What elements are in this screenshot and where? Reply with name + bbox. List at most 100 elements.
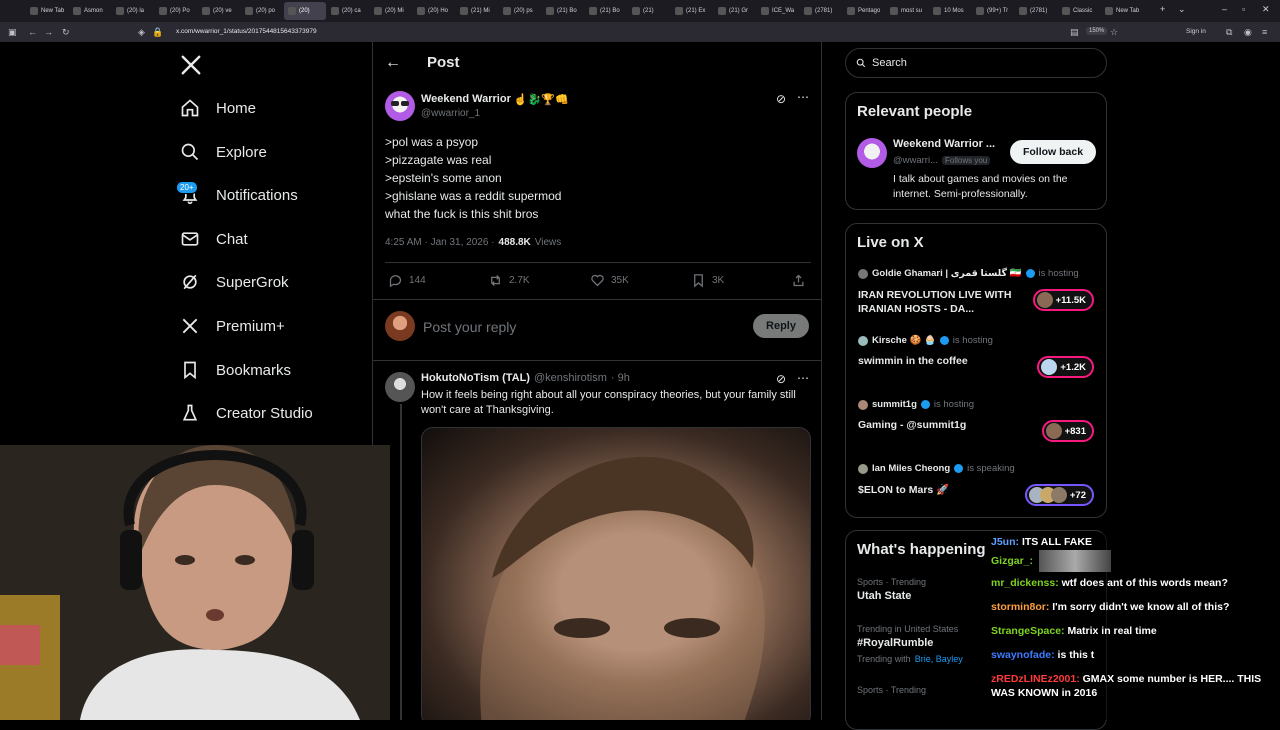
person-name[interactable]: Weekend Warrior ... <box>893 138 995 150</box>
repost-action[interactable]: 2.7K <box>488 273 530 288</box>
search-input[interactable]: Search <box>872 57 907 69</box>
grok-icon[interactable]: ⊘ <box>776 92 786 106</box>
reply-action[interactable]: 144 <box>388 273 426 288</box>
person-handle[interactable]: @wwarri... <box>893 155 938 166</box>
reply-input[interactable]: Post your reply <box>423 319 743 337</box>
nav-chat[interactable]: Chat <box>180 224 248 254</box>
nav-notifications[interactable]: Notifications <box>180 180 298 210</box>
browser-tab[interactable]: (21) <box>628 2 670 20</box>
browser-tab[interactable]: (20) ve <box>198 2 240 20</box>
sidebar-toggle-icon[interactable]: ▣ <box>8 27 17 38</box>
browser-tab[interactable]: Pentago <box>843 2 885 20</box>
avatar[interactable] <box>385 91 415 121</box>
follow-back-button[interactable]: Follow back <box>1010 140 1096 164</box>
browser-tab[interactable]: (20) <box>284 2 326 20</box>
listener-pill[interactable]: +831 <box>1041 420 1094 442</box>
avatar[interactable] <box>385 372 415 402</box>
x-logo-icon[interactable] <box>180 54 202 81</box>
post-timestamp[interactable]: 4:25 AM · Jan 31, 2026 · <box>385 237 495 248</box>
author-name[interactable]: Weekend Warrior <box>421 93 511 106</box>
lock-icon[interactable]: 🔒 <box>152 27 163 38</box>
account-icon[interactable]: ◉ <box>1244 27 1252 38</box>
back-arrow-icon[interactable]: ← <box>385 54 401 72</box>
trend-with-names[interactable]: Brie, Bayley <box>915 654 963 664</box>
reply-media-image[interactable] <box>421 427 811 720</box>
live-host-row[interactable]: summit1g is hosting <box>858 399 974 410</box>
extensions-icon[interactable]: ⧉ <box>1226 27 1232 38</box>
browser-tab[interactable]: 10 Mos <box>929 2 971 20</box>
nav-creator-studio[interactable]: Creator Studio <box>180 398 313 428</box>
maximize-icon[interactable]: ▫ <box>1242 4 1245 14</box>
browser-tab[interactable]: ICE_Wa <box>757 2 799 20</box>
reader-icon[interactable]: ▤ <box>1070 27 1079 38</box>
avatar[interactable] <box>857 138 887 168</box>
listener-pill[interactable]: +72 <box>1024 484 1094 506</box>
back-icon[interactable]: ← <box>28 27 37 37</box>
live-space-title[interactable]: swimmin in the coffee <box>858 355 968 367</box>
browser-tab[interactable]: New Tab <box>26 2 68 20</box>
browser-tab[interactable]: (2781) <box>800 2 842 20</box>
browser-tab[interactable]: (20) ps <box>499 2 541 20</box>
shield-icon[interactable]: ◈ <box>138 27 145 38</box>
live-space-title[interactable]: Gaming - @summit1g <box>858 419 966 431</box>
browser-tab[interactable]: (99+) Tr <box>972 2 1014 20</box>
nav-explore-label: Explore <box>216 143 267 161</box>
sign-in-link[interactable]: Sign in <box>1186 28 1206 35</box>
like-action[interactable]: 35K <box>590 273 629 288</box>
listener-pill[interactable]: +1.2K <box>1037 356 1094 378</box>
browser-tab[interactable]: (20) ca <box>327 2 369 20</box>
browser-tab[interactable]: (20) Ho <box>413 2 455 20</box>
close-window-icon[interactable]: ✕ <box>1262 4 1270 15</box>
reply-author-handle[interactable]: @kenshirotism <box>534 372 607 384</box>
nav-premium[interactable]: Premium+ <box>180 311 285 341</box>
search-box[interactable]: Search <box>845 48 1107 78</box>
live-space-title[interactable]: IRAN REVOLUTION LIVE WITH IRANIAN HOSTS … <box>858 288 1023 316</box>
live-host-row[interactable]: Ian Miles Cheong is speaking <box>858 463 1015 474</box>
new-tab-button[interactable]: + <box>1160 4 1165 14</box>
reply-button[interactable]: Reply <box>753 314 809 338</box>
forward-icon[interactable]: → <box>44 27 53 37</box>
browser-tab[interactable]: (21) Ex <box>671 2 713 20</box>
live-host-row[interactable]: Kirsche 🍪 🧁 is hosting <box>858 335 993 346</box>
relevant-people-card: Relevant people Weekend Warrior ... @wwa… <box>845 92 1107 210</box>
reply-author-name[interactable]: HokutoNoTism (TAL) <box>421 372 530 384</box>
browser-tab[interactable]: (20) Po <box>155 2 197 20</box>
zoom-level[interactable]: 150% <box>1086 27 1108 35</box>
nav-supergrok[interactable]: SuperGrok <box>180 267 289 297</box>
browser-tab[interactable]: Asmon <box>69 2 111 20</box>
trend-topic[interactable]: #RoyalRumble <box>857 637 933 649</box>
reply-time[interactable]: · 9h <box>611 372 630 384</box>
more-options-icon[interactable]: ⋯ <box>797 90 809 104</box>
more-options-icon[interactable]: ⋯ <box>797 371 809 385</box>
grok-icon[interactable]: ⊘ <box>776 372 786 386</box>
bookmark-star-icon[interactable]: ☆ <box>1110 27 1118 38</box>
listener-pill[interactable]: +11.5K <box>1032 289 1094 311</box>
tab-favicon-icon <box>1105 7 1113 15</box>
browser-tab[interactable]: (21) Bo <box>542 2 584 20</box>
tab-list-chevron-icon[interactable]: ⌄ <box>1178 4 1186 15</box>
menu-icon[interactable]: ≡ <box>1262 27 1267 37</box>
live-space-title[interactable]: $ELON to Mars 🚀 <box>858 483 949 496</box>
reload-icon[interactable]: ↻ <box>62 27 70 38</box>
browser-tab[interactable]: (20) Mi <box>370 2 412 20</box>
browser-tab[interactable]: (2781) <box>1015 2 1057 20</box>
browser-tab[interactable]: most su <box>886 2 928 20</box>
nav-home[interactable]: Home <box>180 93 256 123</box>
browser-tab[interactable]: (21) Bo <box>585 2 627 20</box>
trend-topic[interactable]: Utah State <box>857 590 911 602</box>
browser-tab[interactable]: (20) po <box>241 2 283 20</box>
bookmark-action[interactable]: 3K <box>691 273 724 288</box>
author-name-row[interactable]: Weekend Warrior ☝️🐉🏆👊 <box>421 93 569 106</box>
browser-tab[interactable]: (21) Gr <box>714 2 756 20</box>
nav-explore[interactable]: Explore <box>180 137 267 167</box>
browser-tab[interactable]: (20) la <box>112 2 154 20</box>
address-field[interactable]: x.com/wwarrior_1/status/2017544815643373… <box>176 28 317 35</box>
browser-tab[interactable]: New Tab <box>1101 2 1143 20</box>
share-action[interactable] <box>791 273 806 288</box>
minimize-icon[interactable]: – <box>1222 4 1227 14</box>
nav-bookmarks[interactable]: Bookmarks <box>180 355 291 385</box>
live-host-row[interactable]: Goldie Ghamari | گلستا قمری 🇮🇷 is hostin… <box>858 268 1079 279</box>
browser-tab[interactable]: (21) Mi <box>456 2 498 20</box>
browser-tab[interactable]: Classic <box>1058 2 1100 20</box>
author-handle[interactable]: @wwarrior_1 <box>421 108 480 119</box>
